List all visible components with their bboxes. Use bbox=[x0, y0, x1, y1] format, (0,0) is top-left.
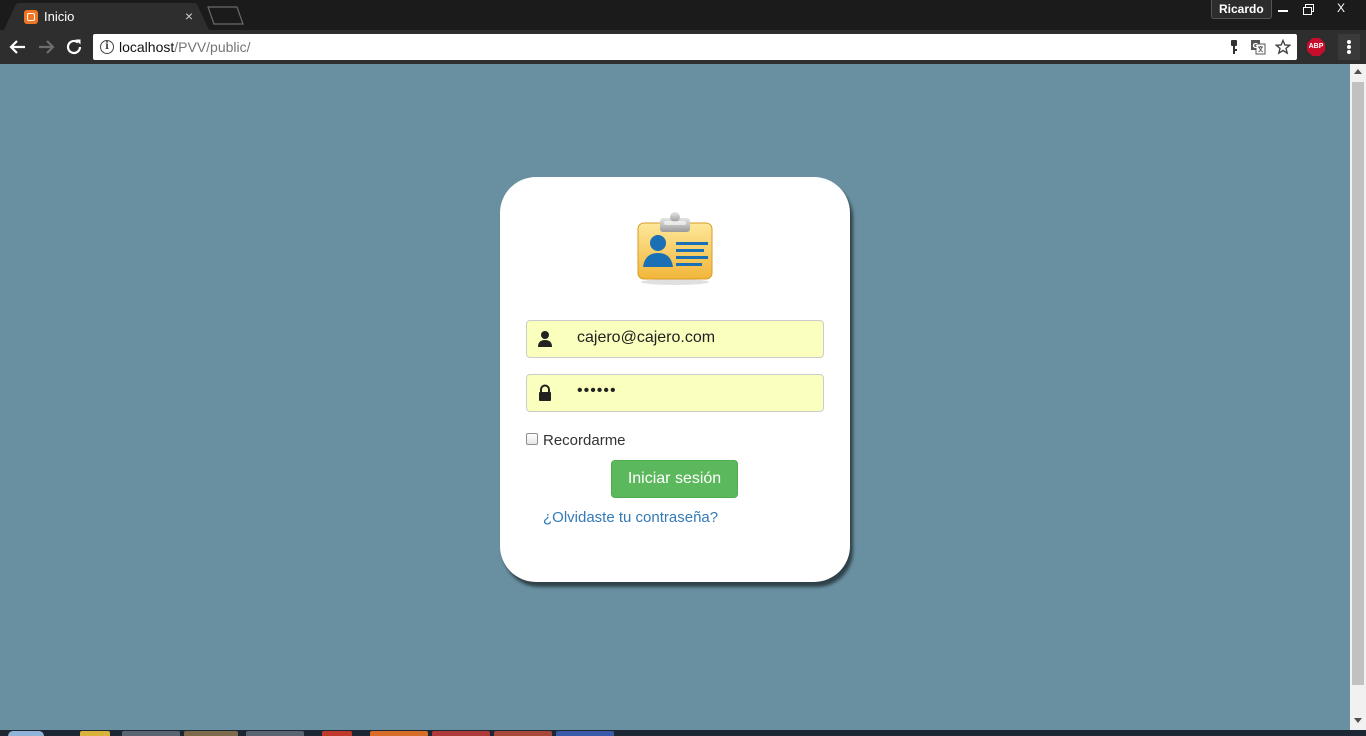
minimize-icon bbox=[1278, 10, 1288, 12]
taskbar-app-icon[interactable] bbox=[184, 731, 238, 736]
address-bar[interactable]: i localhost/PVV/public/ G bbox=[93, 34, 1297, 60]
taskbar-app-icon[interactable] bbox=[246, 731, 304, 736]
url-path: /PVV/public/ bbox=[174, 39, 251, 55]
tab-title: Inicio bbox=[44, 9, 75, 24]
restore-icon bbox=[1303, 4, 1314, 15]
taskbar-app-icon[interactable] bbox=[122, 731, 180, 736]
user-icon bbox=[538, 331, 552, 347]
url-host: localhost bbox=[119, 39, 175, 55]
xampp-favicon-icon bbox=[24, 10, 38, 24]
browser-menu-button[interactable] bbox=[1338, 34, 1360, 60]
tab-close-icon[interactable]: × bbox=[182, 8, 196, 24]
lock-icon bbox=[539, 384, 551, 401]
taskbar-app-icon[interactable] bbox=[370, 731, 428, 736]
menu-dot bbox=[1347, 40, 1351, 44]
login-card: cajero@cajero.com •••••• Recordarme Inic… bbox=[500, 177, 850, 582]
browser-tab[interactable]: Inicio × bbox=[4, 3, 210, 30]
reload-icon[interactable] bbox=[63, 36, 85, 58]
menu-dot bbox=[1347, 50, 1351, 54]
forward-arrow-icon[interactable] bbox=[35, 36, 57, 58]
remember-label: Recordarme bbox=[543, 432, 626, 449]
taskbar-app-icon[interactable] bbox=[556, 731, 614, 736]
adblock-plus-icon[interactable]: ABP bbox=[1307, 38, 1325, 56]
site-info-icon[interactable]: i bbox=[100, 40, 114, 54]
profile-button[interactable]: Ricardo bbox=[1211, 0, 1272, 19]
taskbar-app-icon[interactable] bbox=[322, 731, 352, 736]
menu-dot bbox=[1347, 45, 1351, 49]
login-button[interactable]: Iniciar sesión bbox=[611, 460, 738, 498]
new-tab-button[interactable] bbox=[207, 6, 245, 26]
tab-strip: Inicio × Ricardo X bbox=[0, 0, 1366, 30]
remember-checkbox[interactable] bbox=[526, 433, 538, 445]
key-icon[interactable] bbox=[1226, 39, 1242, 55]
id-badge-icon bbox=[637, 212, 713, 285]
os-taskbar bbox=[0, 730, 1366, 736]
bookmark-star-icon[interactable] bbox=[1275, 39, 1291, 55]
svg-text:G: G bbox=[1253, 42, 1259, 50]
start-button-icon[interactable] bbox=[8, 731, 44, 736]
password-value: •••••• bbox=[577, 382, 617, 399]
password-field[interactable]: •••••• bbox=[526, 374, 824, 412]
forgot-password-link[interactable]: ¿Olvidaste tu contraseña? bbox=[543, 509, 718, 526]
taskbar-app-icon[interactable] bbox=[80, 731, 110, 736]
taskbar-app-icon[interactable] bbox=[432, 731, 490, 736]
translate-icon[interactable]: G bbox=[1250, 39, 1266, 55]
page-viewport: cajero@cajero.com •••••• Recordarme Inic… bbox=[0, 64, 1350, 730]
url-text[interactable]: localhost/PVV/public/ bbox=[119, 39, 251, 55]
email-field[interactable]: cajero@cajero.com bbox=[526, 320, 824, 358]
email-value: cajero@cajero.com bbox=[577, 329, 716, 346]
browser-toolbar: i localhost/PVV/public/ G ABP bbox=[0, 30, 1366, 64]
scrollbar[interactable] bbox=[1350, 64, 1366, 730]
back-arrow-icon[interactable] bbox=[7, 36, 29, 58]
taskbar-app-icon[interactable] bbox=[494, 731, 552, 736]
scroll-thumb[interactable] bbox=[1352, 82, 1364, 685]
scroll-up-arrow-icon[interactable] bbox=[1354, 69, 1362, 74]
scroll-down-arrow-icon[interactable] bbox=[1354, 718, 1362, 723]
close-window-button[interactable]: X bbox=[1318, 0, 1364, 19]
